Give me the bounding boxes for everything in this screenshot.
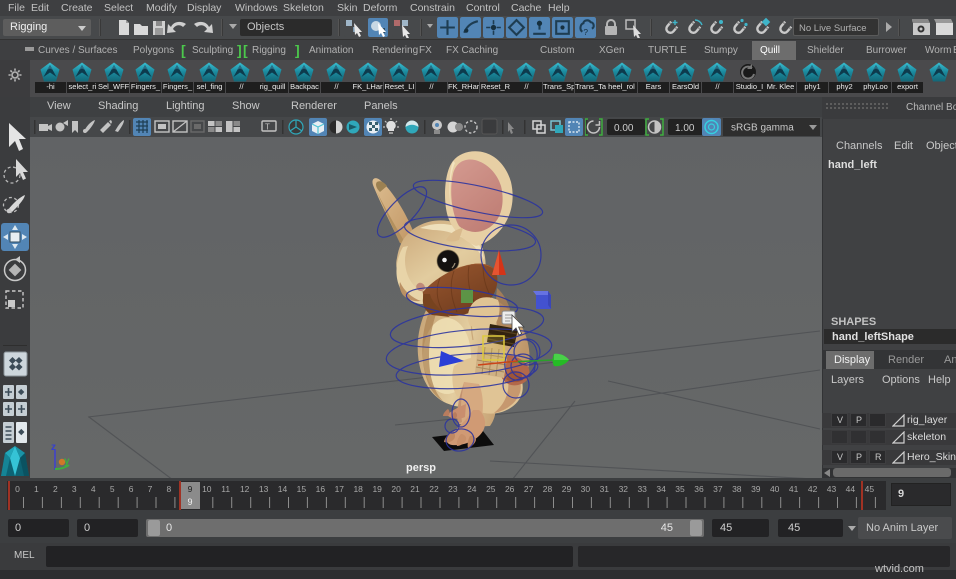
svg-text:16: 16	[316, 484, 326, 494]
svg-text:26: 26	[505, 484, 515, 494]
svg-text:21: 21	[410, 484, 420, 494]
svg-text:sRGB gamma: sRGB gamma	[731, 123, 794, 134]
svg-text:?: ?	[583, 27, 588, 37]
svg-text:42: 42	[808, 484, 818, 494]
svg-text:37: 37	[713, 484, 723, 494]
svg-text:32: 32	[619, 484, 629, 494]
svg-text:23: 23	[448, 484, 458, 494]
svg-text:8: 8	[167, 484, 172, 494]
svg-text:5: 5	[110, 484, 115, 494]
svg-text:33: 33	[637, 484, 647, 494]
svg-text:2: 2	[53, 484, 58, 494]
svg-text:34: 34	[656, 484, 666, 494]
svg-text:27: 27	[524, 484, 534, 494]
svg-text:1: 1	[34, 484, 39, 494]
svg-text:30: 30	[581, 484, 591, 494]
svg-text:0: 0	[15, 484, 20, 494]
svg-text:43: 43	[827, 484, 837, 494]
svg-text:9: 9	[187, 497, 192, 507]
svg-text:40: 40	[770, 484, 780, 494]
svg-text:3: 3	[72, 484, 77, 494]
svg-text:35: 35	[675, 484, 685, 494]
svg-text:29: 29	[562, 484, 572, 494]
svg-text:38: 38	[732, 484, 742, 494]
svg-text:9: 9	[188, 484, 193, 494]
svg-text:persp: persp	[406, 462, 436, 474]
svg-text:45: 45	[865, 484, 875, 494]
svg-text:31: 31	[600, 484, 610, 494]
svg-text:1.00: 1.00	[675, 123, 695, 134]
svg-text:19: 19	[372, 484, 382, 494]
svg-text:T: T	[265, 123, 270, 132]
svg-text:25: 25	[486, 484, 496, 494]
svg-text:0.00: 0.00	[614, 123, 634, 134]
svg-text:11: 11	[221, 484, 230, 494]
svg-text:13: 13	[259, 484, 269, 494]
svg-text:14: 14	[278, 484, 288, 494]
svg-text:15: 15	[297, 484, 307, 494]
svg-text:39: 39	[751, 484, 761, 494]
svg-text:20: 20	[391, 484, 401, 494]
svg-text:28: 28	[543, 484, 553, 494]
svg-text:10: 10	[202, 484, 212, 494]
svg-text:41: 41	[789, 484, 799, 494]
svg-text:12: 12	[240, 484, 250, 494]
svg-text:4: 4	[91, 484, 96, 494]
svg-text:22: 22	[429, 484, 439, 494]
svg-text:17: 17	[335, 484, 345, 494]
svg-text:24: 24	[467, 484, 477, 494]
svg-text:7: 7	[148, 484, 153, 494]
svg-text:18: 18	[353, 484, 363, 494]
svg-text:z: z	[51, 442, 56, 453]
svg-text:6: 6	[129, 484, 134, 494]
svg-text:y: y	[64, 456, 70, 467]
svg-text:36: 36	[694, 484, 704, 494]
svg-text:44: 44	[846, 484, 856, 494]
